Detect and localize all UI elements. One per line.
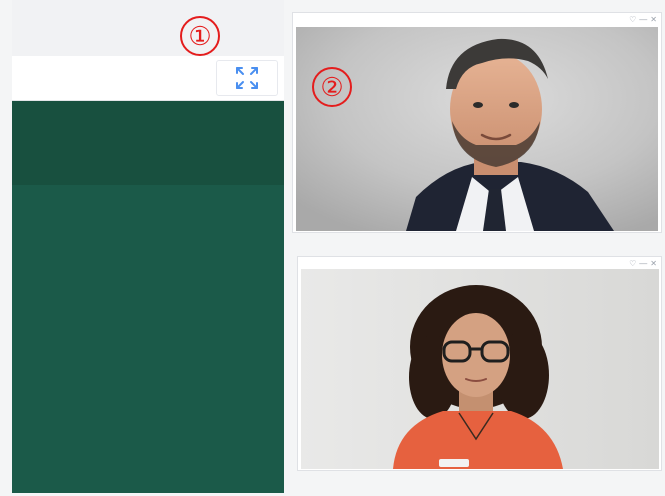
close-icon[interactable]: ✕	[650, 259, 657, 269]
left-panel-toolbar	[12, 56, 284, 101]
annotation-callout-1: ①	[180, 16, 220, 56]
video-tile-woman[interactable]: ♡ — ✕	[297, 256, 662, 471]
annotation-callout-2: ②	[312, 67, 352, 107]
video-feed-man: ②	[296, 27, 658, 231]
fullscreen-expand-button[interactable]	[216, 60, 278, 96]
minimize-icon[interactable]: —	[639, 15, 647, 25]
tile-window-controls: ♡ — ✕	[629, 259, 657, 269]
man-portrait-image	[296, 27, 658, 231]
heart-icon[interactable]: ♡	[629, 15, 636, 25]
screen: ① ♡ — ✕ ② ♡ — ✕	[0, 0, 665, 496]
left-panel-header-gap	[12, 0, 284, 56]
left-panel-content	[12, 101, 284, 493]
left-panel-content-header	[12, 101, 284, 185]
heart-icon[interactable]: ♡	[629, 259, 636, 269]
tile-window-controls: ♡ — ✕	[629, 15, 657, 25]
woman-portrait-image	[301, 269, 659, 469]
expand-arrows-icon	[236, 67, 258, 89]
video-feed-woman	[301, 269, 659, 469]
close-icon[interactable]: ✕	[650, 15, 657, 25]
minimize-icon[interactable]: —	[639, 259, 647, 269]
video-tile-man[interactable]: ♡ — ✕ ②	[292, 12, 662, 233]
